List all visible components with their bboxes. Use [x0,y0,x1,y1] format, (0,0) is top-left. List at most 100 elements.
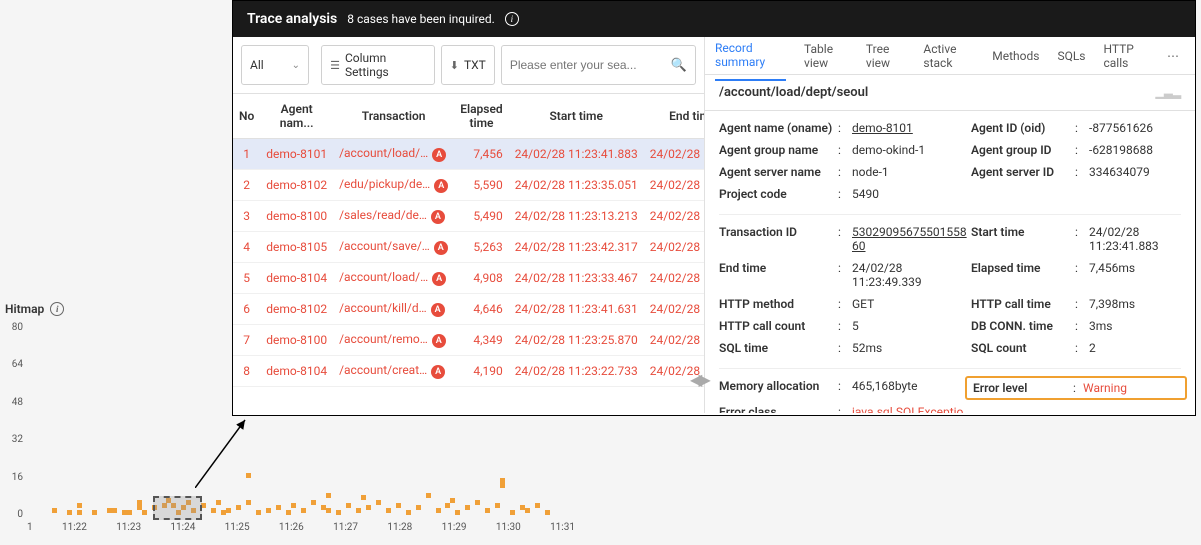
lbl-sql-count: SQL count [971,341,1071,355]
hitmap-point[interactable] [525,508,530,513]
col-txn[interactable]: Transaction [333,94,454,139]
hitmap-chart[interactable]: 80644832160 111:2211:2311:2411:2511:2611… [5,322,575,538]
hitmap-point[interactable] [416,505,421,510]
hitmap-point[interactable] [396,503,401,508]
tab-tree-view[interactable]: Tree view [866,37,905,80]
val-db-conn: 3ms [1089,319,1181,333]
tab-sqls[interactable]: SQLs [1057,39,1085,73]
alert-badge: A [432,272,446,286]
val-http-call-count: 5 [852,319,967,333]
column-settings-button[interactable]: ☰ Column Settings [321,45,435,85]
hitmap-point[interactable] [445,503,450,508]
hitmap-point[interactable] [67,510,72,515]
hitmap-point[interactable] [246,473,251,478]
search-box[interactable]: 🔍 [501,45,696,85]
hitmap-point[interactable] [455,510,460,515]
hitmap-point[interactable] [386,508,391,513]
hitmap-x-axis: 111:2211:2311:2411:2511:2611:2711:2811:2… [27,522,575,538]
more-tabs-icon[interactable]: ⋯ [1167,49,1185,63]
chart-icon[interactable]: ▁▃▂ [1156,86,1181,99]
hitmap-point[interactable] [361,495,366,500]
lbl-txn-id: Transaction ID [719,225,834,239]
lbl-http-call-count: HTTP call count [719,319,834,333]
detail-pane: Record summaryTable viewTree viewActive … [705,37,1195,413]
hitmap-point[interactable] [356,508,361,513]
hitmap-point[interactable] [346,503,351,508]
info-icon[interactable]: i [505,12,519,26]
col-end[interactable]: End time [644,94,704,139]
hitmap-point[interactable] [545,510,550,515]
tab-methods[interactable]: Methods [992,39,1039,73]
hitmap-point[interactable] [112,508,117,513]
alert-badge: A [431,210,445,224]
panel-subtitle: 8 cases have been inquired. [347,12,495,26]
val-txn-id[interactable]: 5302909567550155860 [852,225,967,253]
hitmap-point[interactable] [326,493,331,498]
hitmap-point[interactable] [475,500,480,505]
hitmap-point[interactable] [216,500,221,505]
hitmap-point[interactable] [236,505,241,510]
hitmap-point[interactable] [256,510,261,515]
hitmap-point[interactable] [291,503,296,508]
hitmap-point[interactable] [137,500,142,505]
col-agent[interactable]: Agent nam... [260,94,333,139]
hitmap-point[interactable] [450,498,455,503]
tab-table-view[interactable]: Table view [804,37,848,80]
hitmap-point[interactable] [500,483,505,488]
download-icon: ⬇ [450,59,459,72]
lbl-project-code: Project code [719,187,834,201]
table-row[interactable]: 1demo-8101/account/load/…A7,45624/02/28 … [233,139,704,170]
hitmap-point[interactable] [426,493,431,498]
hitmap-point[interactable] [301,508,306,513]
hitmap-point[interactable] [336,510,341,515]
table-row[interactable]: 3demo-8100/sales/read/de…A5,49024/02/28 … [233,201,704,232]
lbl-error-class: Error class [719,405,834,413]
hitmap-point[interactable] [211,508,216,513]
hitmap-point[interactable] [535,503,540,508]
hitmap-point[interactable] [436,508,441,513]
export-txt-button[interactable]: ⬇ TXT [441,45,495,85]
hitmap-point[interactable] [366,505,371,510]
info-icon[interactable]: i [50,302,64,316]
val-agent-name[interactable]: demo-8101 [852,121,967,135]
hitmap-point[interactable] [266,508,271,513]
table-row[interactable]: 2demo-8102/edu/pickup/de…A5,59024/02/28 … [233,170,704,201]
search-input[interactable] [510,58,665,72]
hitmap-selection[interactable] [153,496,202,520]
hitmap-point[interactable] [500,478,505,483]
col-start[interactable]: Start time [509,94,644,139]
lbl-agent-group-id: Agent group ID [971,143,1071,157]
lbl-elapsed: Elapsed time [971,261,1071,275]
hitmap-point[interactable] [52,508,57,513]
hitmap-point[interactable] [77,510,82,515]
hitmap-point[interactable] [406,510,411,515]
hitmap-point[interactable] [376,500,381,505]
tab-http-calls[interactable]: HTTP calls [1103,37,1149,80]
hitmap-point[interactable] [142,510,147,515]
tab-active-stack[interactable]: Active stack [923,37,974,80]
hitmap-point[interactable] [246,500,251,505]
hitmap-point[interactable] [495,503,500,508]
table-row[interactable]: 4demo-8105/account/save/…A5,26324/02/28 … [233,232,704,263]
hitmap-point[interactable] [92,510,97,515]
hitmap-point[interactable] [226,508,231,513]
hitmap-point[interactable] [465,505,470,510]
lbl-error-level: Error level [973,381,1073,395]
hitmap-point[interactable] [311,500,316,505]
hitmap-point[interactable] [276,505,281,510]
split-handle-icon[interactable]: ◀·▶ [690,370,707,389]
col-no[interactable]: No [233,94,260,139]
hitmap-point[interactable] [127,510,132,515]
hitmap-point[interactable] [286,510,291,515]
transaction-path-bar: /account/load/dept/seoul ▁▃▂ [705,75,1195,111]
hitmap-point[interactable] [510,510,515,515]
filter-select[interactable]: All ⌄ [241,45,309,85]
val-project-code: 5490 [852,187,967,201]
hitmap-point[interactable] [326,508,331,513]
hitmap-plot-area[interactable] [27,322,575,520]
table-row[interactable]: 5demo-8104/account/load/…A4,90824/02/28 … [233,263,704,294]
hitmap-point[interactable] [485,508,490,513]
val-agent-id: -877561626 [1089,121,1181,135]
col-elapsed[interactable]: Elapsed time [454,94,508,139]
hitmap-point[interactable] [77,503,82,508]
